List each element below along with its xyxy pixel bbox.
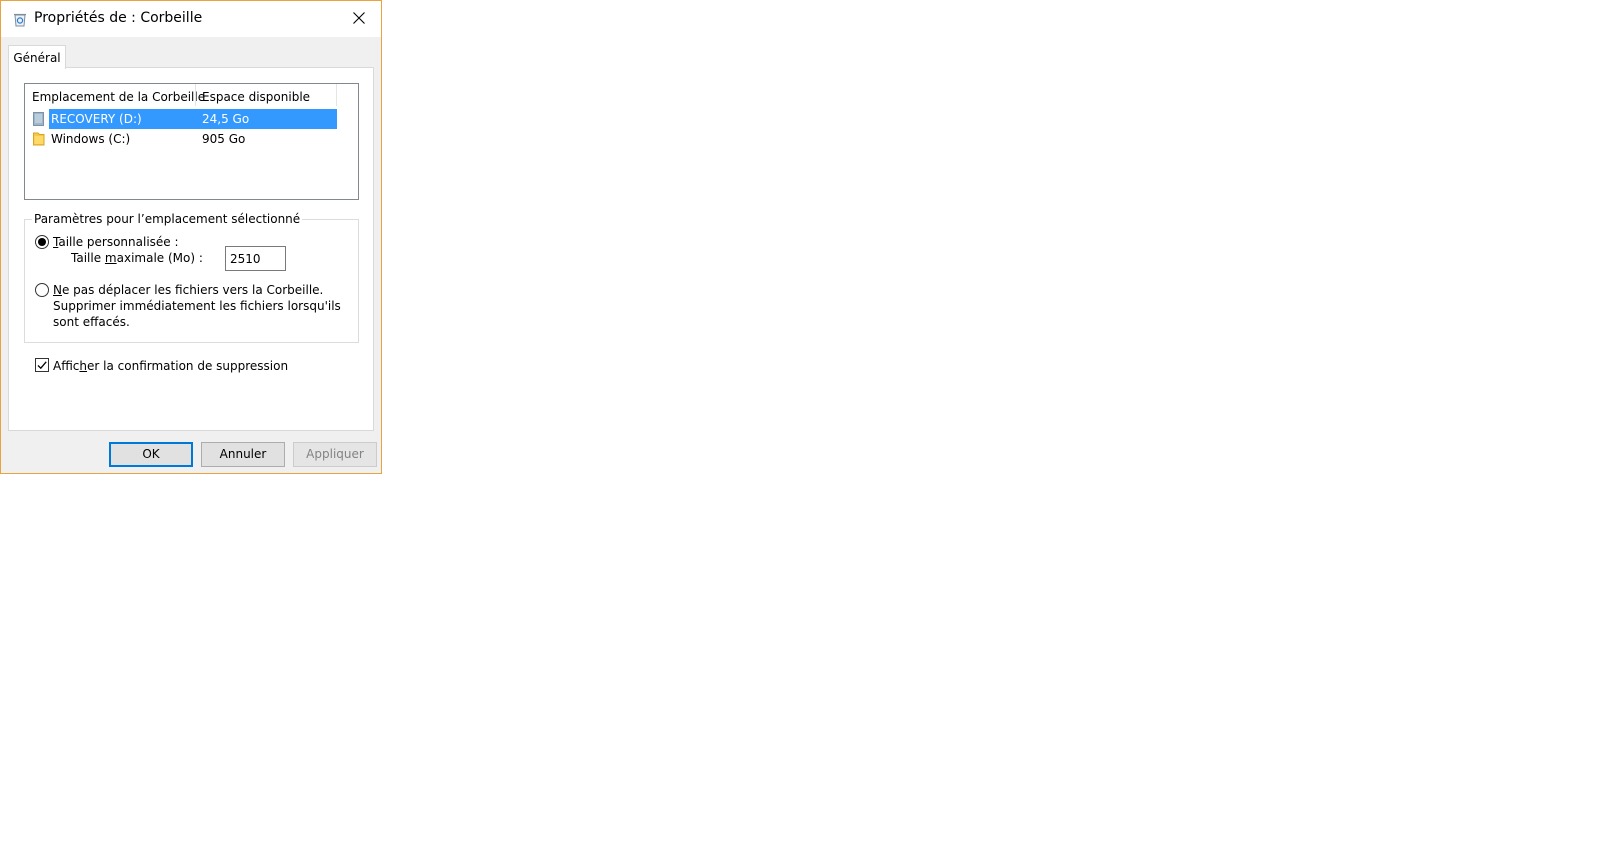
folder-icon [33, 132, 45, 146]
close-icon [353, 11, 365, 27]
custom-size-label[interactable]: Taille personnalisée : [53, 235, 179, 249]
tab-general[interactable]: Général [8, 45, 66, 69]
location-name: Windows (C:) [51, 132, 131, 146]
tab-general-label: Général [13, 50, 61, 65]
selected-location-settings-group: Paramètres pour l’emplacement sélectionn… [24, 212, 359, 343]
location-free-space: 905 Go [202, 132, 246, 146]
ok-button[interactable]: OK [109, 442, 193, 467]
list-item-windows-c[interactable]: Windows (C:) 905 Go [30, 129, 337, 149]
group-legend: Paramètres pour l’emplacement sélectionn… [32, 212, 303, 226]
no-move-radio[interactable] [35, 283, 49, 297]
custom-size-radio[interactable] [35, 235, 49, 249]
list-item-recovery-d[interactable]: RECOVERY (D:) 24,5 Go [30, 109, 337, 129]
column-header-location[interactable]: Emplacement de la Corbeille [32, 90, 205, 104]
column-header-free-space[interactable]: Espace disponible [202, 90, 310, 104]
apply-button[interactable]: Appliquer [293, 442, 377, 467]
cancel-button[interactable]: Annuler [201, 442, 285, 467]
location-free-space: 24,5 Go [202, 112, 250, 126]
checkmark-icon [37, 361, 47, 370]
drive-icon [33, 112, 45, 126]
tab-panel-general: Emplacement de la Corbeille Espace dispo… [8, 67, 374, 431]
location-name: RECOVERY (D:) [51, 112, 142, 126]
close-button[interactable] [337, 1, 381, 37]
show-delete-confirmation-label[interactable]: Afficher la confirmation de suppression [53, 359, 288, 373]
max-size-label: Taille maximale (Mo) : [71, 251, 203, 265]
column-divider[interactable] [336, 84, 337, 106]
window-title: Propriétés de : Corbeille [34, 10, 203, 26]
recycle-bin-icon [12, 11, 28, 27]
recycle-bin-locations-list[interactable]: Emplacement de la Corbeille Espace dispo… [24, 83, 359, 200]
show-delete-confirmation-checkbox[interactable] [35, 358, 49, 372]
max-size-input[interactable] [225, 246, 286, 271]
list-header: Emplacement de la Corbeille Espace dispo… [25, 84, 358, 108]
title-bar: Propriétés de : Corbeille [1, 1, 381, 37]
no-move-label[interactable]: Ne pas déplacer les fichiers vers la Cor… [53, 282, 353, 330]
column-divider[interactable] [195, 84, 196, 106]
recycle-bin-properties-dialog: Propriétés de : Corbeille Général Emplac… [0, 0, 382, 474]
